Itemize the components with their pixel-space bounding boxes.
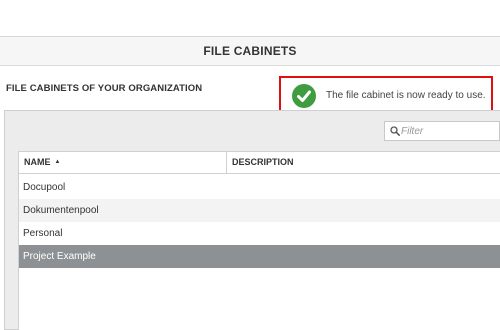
file-cabinets-table: NAME ▲ DESCRIPTION Docupool Dokumentenpoo… [18,151,500,330]
success-notification: The file cabinet is now ready to use. [279,76,493,114]
cell-name: Project Example [23,251,96,262]
table-row[interactable]: Dokumentenpool [19,199,500,222]
table-row[interactable]: Personal [19,222,500,245]
table-header: NAME ▲ DESCRIPTION [19,151,500,174]
column-header-label: DESCRIPTION [232,157,294,167]
column-header-description[interactable]: DESCRIPTION [227,152,500,173]
top-bar [0,0,500,37]
column-header-label: NAME [24,157,51,167]
page-title: FILE CABINETS [203,44,297,58]
filter-input[interactable] [401,123,491,139]
column-header-name[interactable]: NAME ▲ [19,152,227,173]
check-circle-icon [292,84,316,108]
notification-message: The file cabinet is now ready to use. [326,90,486,101]
table-row-selected[interactable]: Project Example [19,245,500,268]
table-row[interactable]: Docupool [19,176,500,199]
sort-ascending-icon: ▲ [54,159,61,165]
search-icon [390,126,400,136]
cell-name: Dokumentenpool [23,205,99,216]
cell-name: Personal [23,228,63,239]
section-title: FILE CABINETS OF YOUR ORGANIZATION [6,83,203,94]
filter-box[interactable] [384,121,500,141]
cell-name: Docupool [23,182,66,193]
